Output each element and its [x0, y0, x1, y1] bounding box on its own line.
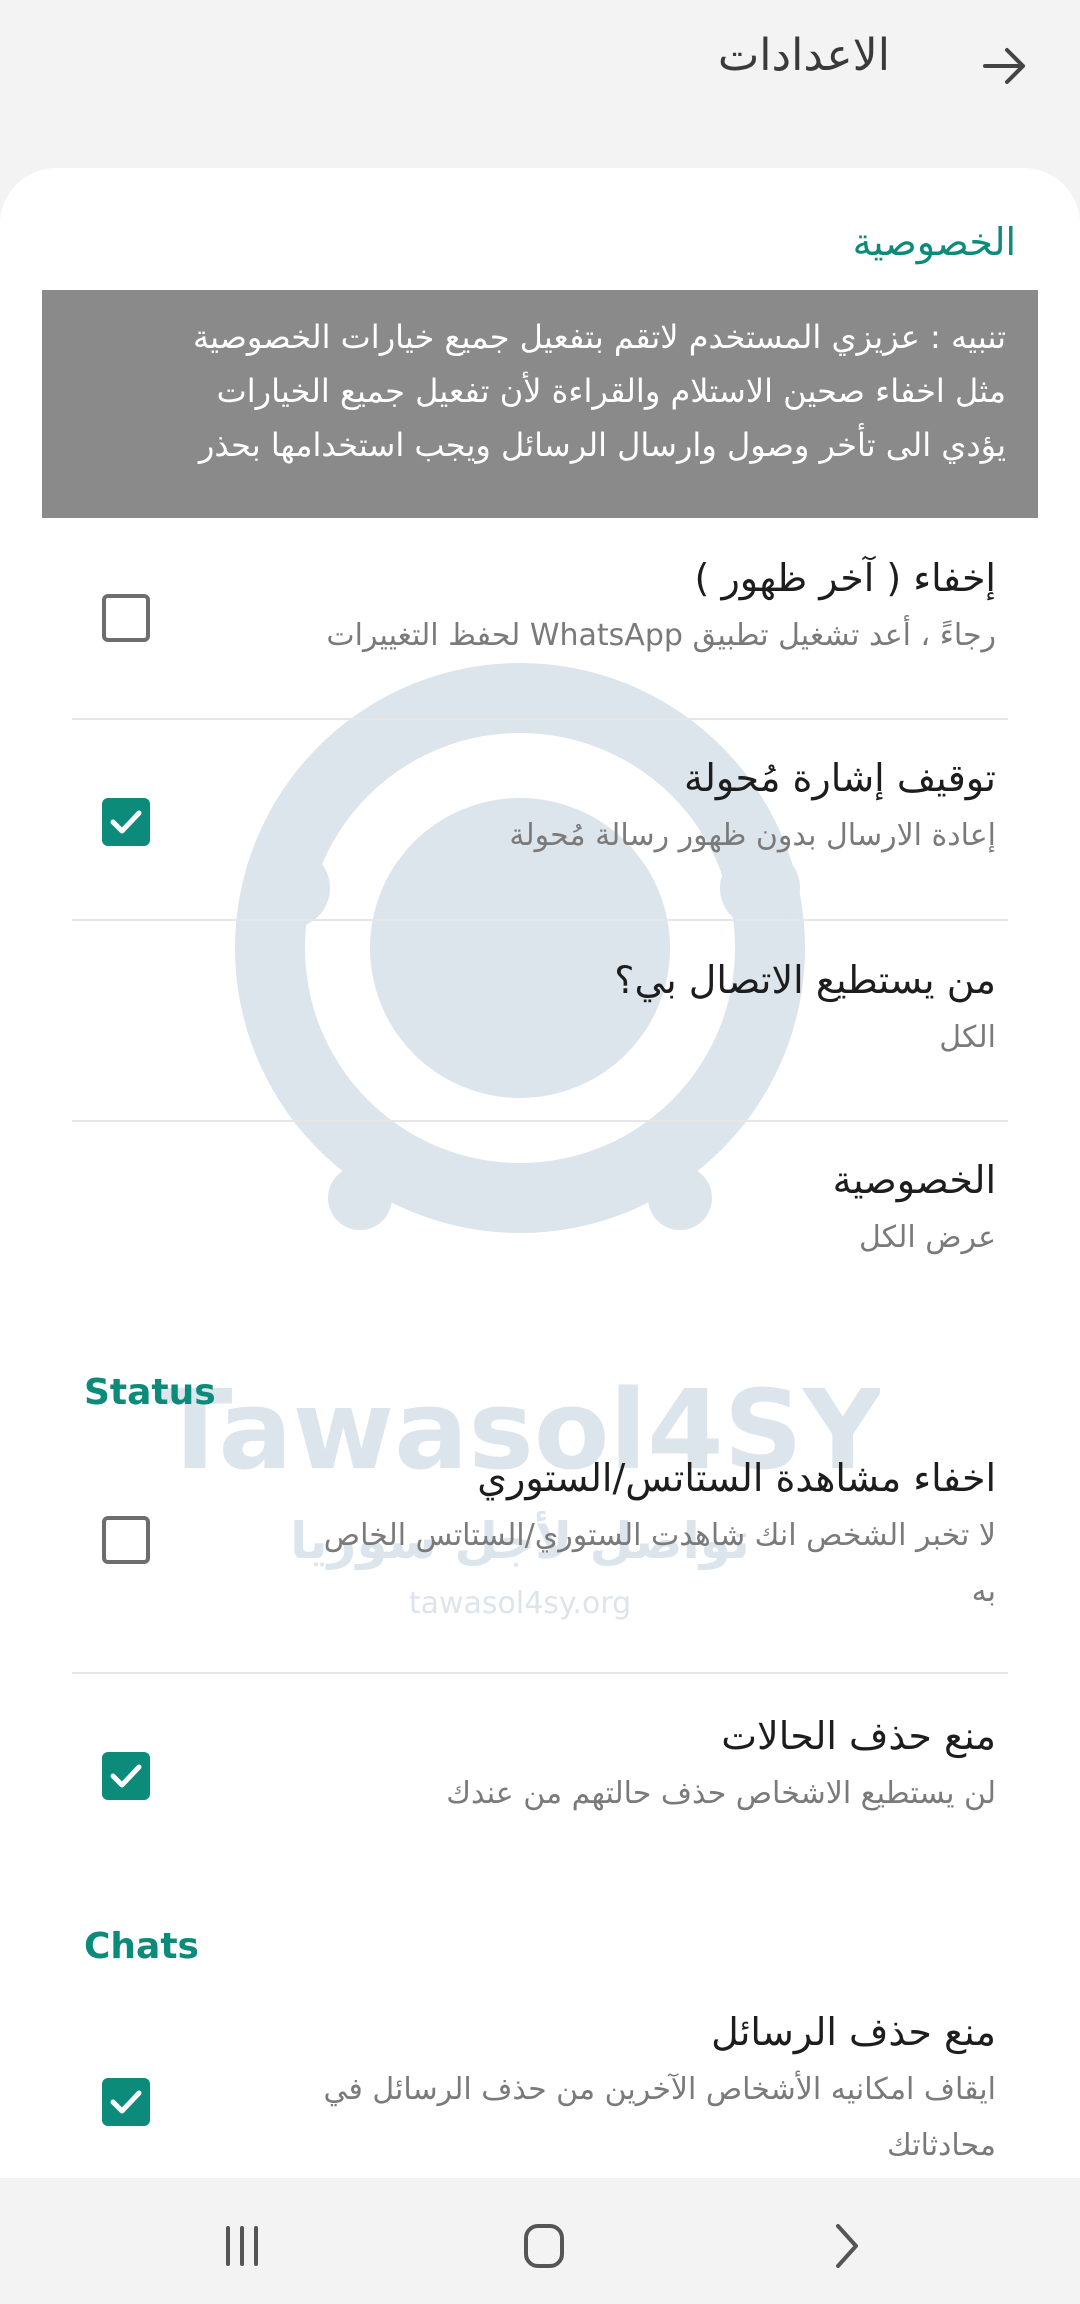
notice-line-3: يؤدي الى تأخر وصول وارسال الرسائل ويجب ا…	[198, 426, 1006, 464]
setting-subtitle-line-1: ايقاف امكانيه الأشخاص الآخرين من حذف الر…	[323, 2072, 996, 2107]
setting-label: إخفاء ( آخر ظهور )	[694, 556, 996, 600]
back-button[interactable]	[975, 36, 1035, 96]
status-section-title: Status	[84, 1372, 216, 1413]
system-nav-bar	[0, 2178, 1080, 2304]
check-icon	[110, 810, 142, 834]
notice-line-2: مثل اخفاء صحين الاستلام والقراءة لأن تفع…	[216, 372, 1006, 410]
setting-label: توقيف إشارة مُحولة	[683, 756, 996, 800]
setting-label: منع حذف الحالات	[721, 1714, 996, 1758]
divider	[72, 718, 1008, 720]
divider	[72, 1672, 1008, 1674]
stop-forwarded-checkbox[interactable]	[102, 798, 150, 846]
setting-value: عرض الكل	[858, 1220, 996, 1255]
setting-label: من يستطيع الاتصال بي؟	[614, 958, 996, 1002]
setting-prevent-status-delete[interactable]: منع حذف الحالات لن يستطيع الاشخاص حذف حا…	[0, 1714, 1080, 1874]
hide-last-seen-checkbox[interactable]	[102, 594, 150, 642]
setting-hide-last-seen[interactable]: إخفاء ( آخر ظهور ) رجاءً ، أعد تشغيل تطب…	[0, 556, 1080, 756]
setting-prevent-message-delete[interactable]: منع حذف الرسائل ايقاف امكانيه الأشخاص ال…	[0, 2010, 1080, 2178]
notice-line-1: تنبيه : عزيزي المستخدم لاتقم بتفعيل جميع…	[192, 318, 1006, 356]
privacy-section-title: الخصوصية	[852, 220, 1016, 264]
setting-label: منع حذف الرسائل	[711, 2010, 996, 2054]
setting-label: الخصوصية	[832, 1158, 996, 1202]
setting-label: اخفاء مشاهدة الستاتس/الستوري	[477, 1456, 996, 1500]
recents-icon	[226, 2226, 258, 2266]
setting-subtitle: إعادة الارسال بدون ظهور رسالة مُحولة	[509, 818, 996, 853]
chats-section-title: Chats	[84, 1926, 199, 1967]
setting-privacy[interactable]: الخصوصية عرض الكل	[0, 1158, 1080, 1298]
setting-value: الكل	[939, 1020, 996, 1055]
divider	[72, 919, 1008, 921]
setting-subtitle-line-2: به	[971, 1574, 996, 1609]
chevron-back-icon	[836, 2224, 858, 2268]
recents-button[interactable]	[212, 2216, 272, 2276]
setting-subtitle: لن يستطيع الاشخاص حذف حالتهم من عندك	[446, 1776, 996, 1811]
setting-who-can-call[interactable]: من يستطيع الاتصال بي؟ الكل	[0, 958, 1080, 1158]
arrow-right-icon	[983, 48, 1025, 84]
home-icon	[524, 2224, 564, 2268]
setting-subtitle-line-1: لا تخبر الشخص انك شاهدت الستوري/الستاتس …	[323, 1518, 996, 1553]
page-title: الاعدادات	[717, 30, 890, 81]
setting-stop-forwarded-tag[interactable]: توقيف إشارة مُحولة إعادة الارسال بدون ظه…	[0, 756, 1080, 956]
app-bar: الاعدادات	[0, 0, 1080, 135]
prevent-message-delete-checkbox[interactable]	[102, 2078, 150, 2126]
home-button[interactable]	[514, 2216, 574, 2276]
privacy-notice: تنبيه : عزيزي المستخدم لاتقم بتفعيل جميع…	[42, 290, 1038, 518]
divider	[72, 1120, 1008, 1122]
check-icon	[110, 1764, 142, 1788]
hide-status-view-checkbox[interactable]	[102, 1516, 150, 1564]
settings-card: Tawasol4SY تواصل لأجل سوريا tawasol4sy.o…	[0, 168, 1080, 2178]
nav-back-button[interactable]	[816, 2216, 876, 2276]
prevent-status-delete-checkbox[interactable]	[102, 1752, 150, 1800]
setting-subtitle-line-2: محادثاتك	[886, 2128, 996, 2163]
setting-subtitle: رجاءً ، أعد تشغيل تطبيق WhatsApp لحفظ ال…	[326, 618, 996, 653]
check-icon	[110, 2090, 142, 2114]
